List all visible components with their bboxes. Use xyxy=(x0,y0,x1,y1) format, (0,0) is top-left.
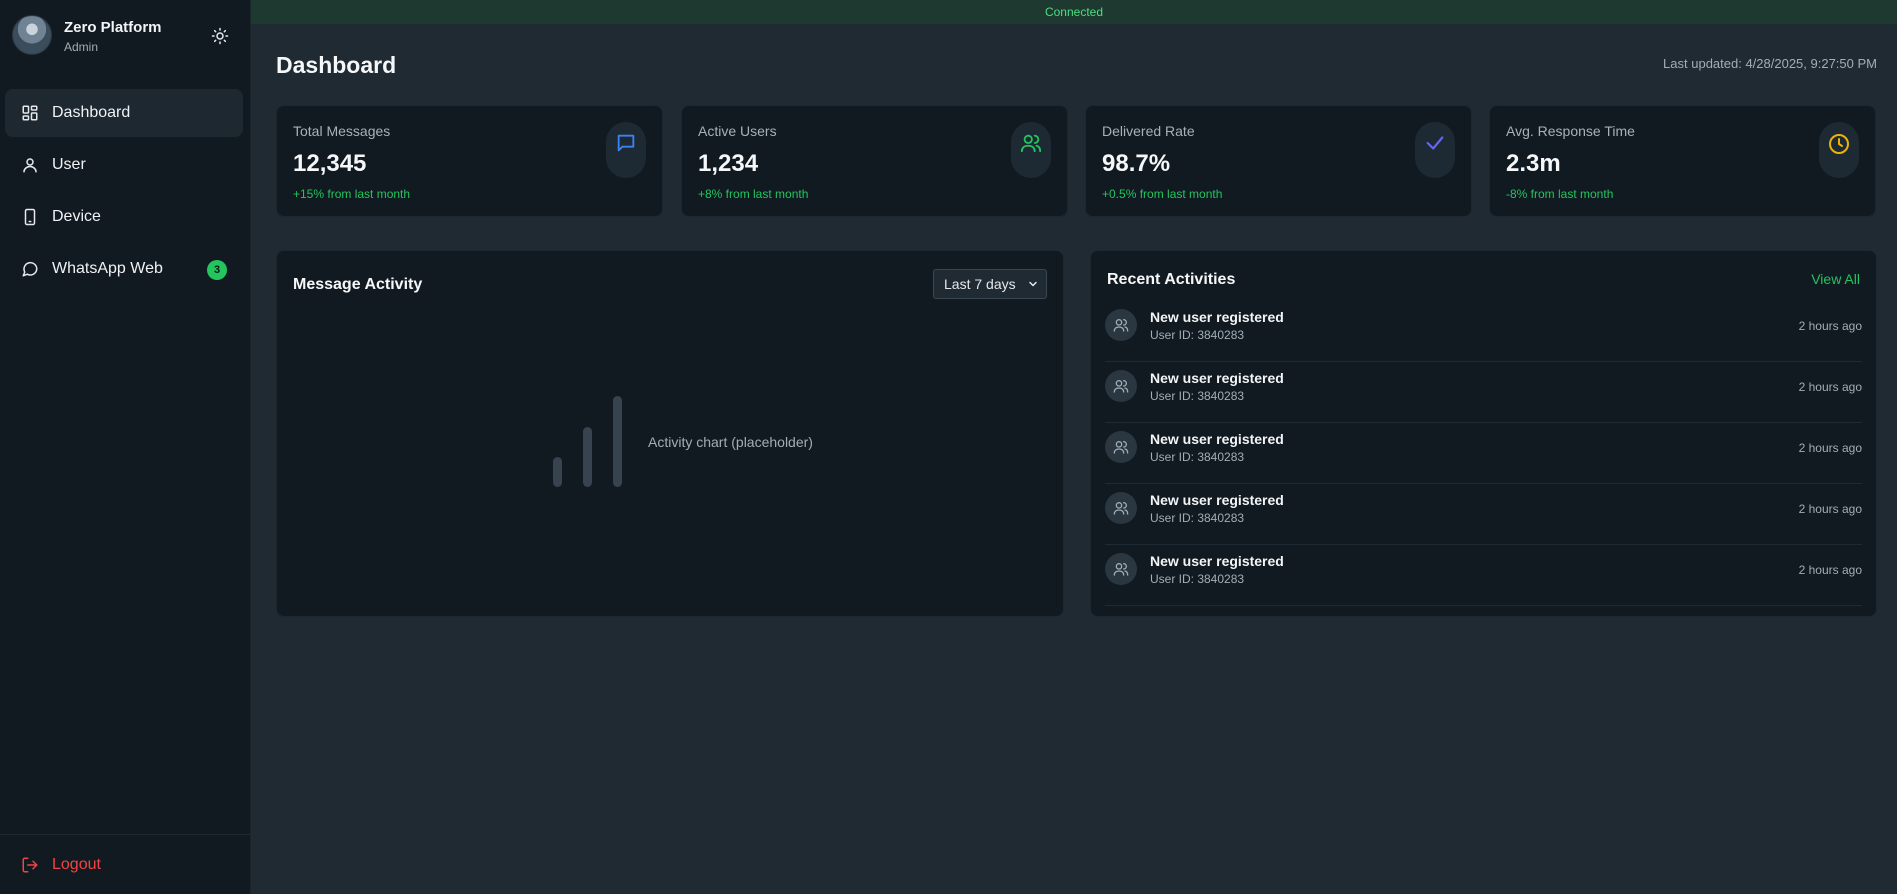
phone-device-icon xyxy=(20,207,40,227)
chat-bubble-icon xyxy=(20,259,40,279)
activity-time: 2 hours ago xyxy=(1798,563,1862,577)
activity-title: New user registered xyxy=(1150,492,1284,508)
sidebar-item-label: User xyxy=(52,156,86,173)
list-item[interactable]: New user registered User ID: 3840283 2 h… xyxy=(1105,484,1862,545)
stat-change: +15% from last month xyxy=(293,187,411,201)
users-icon xyxy=(1105,370,1137,402)
last-updated-text: Last updated: 4/28/2025, 9:27:50 PM xyxy=(1663,56,1877,71)
users-icon xyxy=(1105,553,1137,585)
activity-subtitle: User ID: 3840283 xyxy=(1150,511,1245,525)
stat-change: +8% from last month xyxy=(698,187,809,201)
activity-time: 2 hours ago xyxy=(1798,441,1862,455)
stat-value: 98.7% xyxy=(1102,150,1171,177)
sidebar: Zero Platform Admin Dashboard User Devic… xyxy=(0,0,251,894)
placeholder-bar xyxy=(553,457,562,487)
message-activity-panel: Message Activity Last 7 days Activity ch… xyxy=(276,250,1064,617)
list-item[interactable]: New user registered User ID: 3840283 2 h… xyxy=(1105,423,1862,484)
list-item[interactable]: New user registered User ID: 3840283 2 h… xyxy=(1105,545,1862,606)
stat-value: 2.3m xyxy=(1506,150,1561,177)
activity-subtitle: User ID: 3840283 xyxy=(1150,328,1245,342)
recent-activities-panel: Recent Activities View All New user regi… xyxy=(1090,250,1877,617)
sidebar-item-whatsapp-web[interactable]: WhatsApp Web 3 xyxy=(5,245,243,293)
stat-card-active-users: Active Users 1,234 +8% from last month xyxy=(681,105,1068,217)
sidebar-item-user[interactable]: User xyxy=(5,141,243,189)
profile-role: Admin xyxy=(64,40,99,54)
users-icon xyxy=(1105,309,1137,341)
activity-subtitle: User ID: 3840283 xyxy=(1150,450,1245,464)
sidebar-item-device[interactable]: Device xyxy=(5,193,243,241)
page-title: Dashboard xyxy=(276,52,397,78)
profile-header: Zero Platform Admin xyxy=(12,15,240,57)
list-item[interactable]: New user registered User ID: 3840283 2 h… xyxy=(1105,301,1862,362)
message-icon xyxy=(606,122,646,178)
activity-time: 2 hours ago xyxy=(1798,380,1862,394)
list-item[interactable]: New user registered User ID: 3840283 2 h… xyxy=(1105,362,1862,423)
stat-card-delivered-rate: Delivered Rate 98.7% +0.5% from last mon… xyxy=(1085,105,1472,217)
stat-label: Total Messages xyxy=(293,123,391,139)
sidebar-item-label: Dashboard xyxy=(52,104,131,121)
users-icon xyxy=(1011,122,1051,178)
stat-card-avg-response-time: Avg. Response Time 2.3m -8% from last mo… xyxy=(1489,105,1876,217)
activity-title: New user registered xyxy=(1150,370,1284,386)
check-icon xyxy=(1415,122,1455,178)
user-icon xyxy=(20,155,40,175)
dashboard-grid-icon xyxy=(20,103,40,123)
clock-icon xyxy=(1819,122,1859,178)
stat-label: Delivered Rate xyxy=(1102,123,1195,139)
activity-list: New user registered User ID: 3840283 2 h… xyxy=(1105,301,1862,606)
theme-toggle-button[interactable] xyxy=(208,24,232,48)
sidebar-item-dashboard[interactable]: Dashboard xyxy=(5,89,243,137)
stat-value: 1,234 xyxy=(698,150,759,177)
activity-subtitle: User ID: 3840283 xyxy=(1150,389,1245,403)
stat-change: -8% from last month xyxy=(1506,187,1614,201)
notification-badge: 3 xyxy=(207,260,227,280)
logout-icon xyxy=(20,855,40,875)
chart-placeholder-text: Activity chart (placeholder) xyxy=(648,434,813,450)
placeholder-bar xyxy=(583,427,592,487)
sun-icon xyxy=(211,27,229,45)
connection-status-banner: Connected xyxy=(251,0,1897,24)
activity-subtitle: User ID: 3840283 xyxy=(1150,572,1245,586)
chevron-down-icon xyxy=(1029,281,1037,287)
profile-name: Zero Platform xyxy=(64,19,162,36)
user-avatar[interactable] xyxy=(12,15,52,55)
activity-title: New user registered xyxy=(1150,431,1284,447)
activity-title: New user registered xyxy=(1150,553,1284,569)
logout-label: Logout xyxy=(52,856,101,873)
stat-value: 12,345 xyxy=(293,150,367,177)
stat-change: +0.5% from last month xyxy=(1102,187,1223,201)
date-range-select[interactable]: Last 7 days xyxy=(933,269,1047,299)
users-icon xyxy=(1105,492,1137,524)
stat-label: Active Users xyxy=(698,123,777,139)
activity-time: 2 hours ago xyxy=(1798,319,1862,333)
placeholder-bar xyxy=(613,396,622,487)
panel-title: Message Activity xyxy=(293,276,423,293)
logout-button[interactable]: Logout xyxy=(5,845,243,885)
stat-label: Avg. Response Time xyxy=(1506,123,1635,139)
sidebar-nav: Dashboard User Device WhatsApp Web 3 xyxy=(5,89,243,297)
activity-time: 2 hours ago xyxy=(1798,502,1862,516)
users-icon xyxy=(1105,431,1137,463)
activity-title: New user registered xyxy=(1150,309,1284,325)
stat-card-total-messages: Total Messages 12,345 +15% from last mon… xyxy=(276,105,663,217)
date-range-value: Last 7 days xyxy=(944,276,1016,292)
view-all-link[interactable]: View All xyxy=(1811,271,1860,287)
panel-title: Recent Activities xyxy=(1107,271,1236,288)
sidebar-footer: Logout xyxy=(0,834,251,894)
sidebar-item-label: WhatsApp Web xyxy=(52,260,163,277)
sidebar-item-label: Device xyxy=(52,208,101,225)
